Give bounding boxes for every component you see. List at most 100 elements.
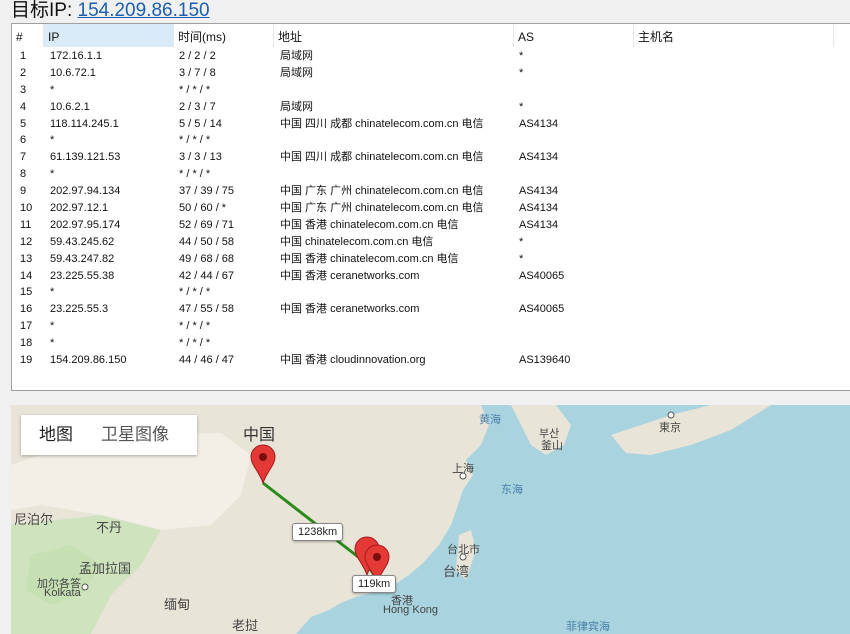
table-row[interactable]: 6 * * / * / *: [12, 132, 850, 149]
hop-as: AS4134: [519, 202, 559, 215]
col-header-address[interactable]: 地址: [274, 24, 514, 47]
hop-as: *: [519, 252, 524, 265]
hop-ip: 10.6.72.1: [50, 66, 96, 79]
table-row[interactable]: 11 202.97.95.174 52 / 69 / 71 中国 香港 chinate…: [12, 217, 850, 234]
hop-index: 5: [20, 117, 27, 130]
hop-as: AS4134: [519, 151, 559, 164]
target-ip-label: 目标IP:: [11, 0, 73, 21]
satellite-view-button[interactable]: 卫星图像: [91, 415, 187, 455]
hop-index: 1: [20, 50, 27, 62]
hop-address: 中国 香港 cloudinnovation.org: [280, 354, 426, 367]
hop-index: 17: [20, 320, 33, 333]
hop-index: 19: [20, 354, 33, 367]
hop-address: 中国 广东 广州 chinatelecom.com.cn 电信: [280, 185, 484, 198]
hop-address: 中国 四川 成都 chinatelecom.com.cn 电信: [280, 151, 484, 164]
table-row[interactable]: 14 23.225.55.38 42 / 44 / 67 中国 香港 ceranetw…: [12, 268, 850, 285]
hop-as: *: [519, 100, 524, 113]
col-header-ip[interactable]: IP: [44, 24, 174, 47]
hop-ip: 23.225.55.38: [50, 269, 115, 282]
table-row[interactable]: 7 61.139.121.53 3 / 3 / 13 中国 四川 成都 chinate…: [12, 149, 850, 166]
hop-ip: 23.225.55.3: [50, 303, 109, 316]
hop-address: 局域网: [280, 66, 313, 79]
distance-label-2: 119km: [352, 575, 397, 593]
table-row[interactable]: 1 172.16.1.1 2 / 2 / 2 局域网 *: [12, 48, 850, 65]
table-row[interactable]: 13 59.43.247.82 49 / 68 / 68 中国 香港 chinatel…: [12, 251, 850, 268]
table-row[interactable]: 17 * * / * / *: [12, 318, 850, 335]
hop-index: 15: [20, 286, 33, 299]
hop-index: 11: [20, 218, 32, 231]
col-header-time[interactable]: 时间(ms): [174, 24, 274, 47]
hop-time: 3 / 7 / 8: [179, 66, 216, 79]
hop-as: AS40065: [519, 269, 565, 282]
table-row[interactable]: 16 23.225.55.3 47 / 55 / 58 中国 香港 ceranetwo…: [12, 301, 850, 318]
target-ip-link[interactable]: 154.209.86.150: [78, 0, 210, 21]
hop-ip: 172.16.1.1: [50, 50, 102, 62]
distance-label-1: 1238km: [292, 523, 344, 541]
hop-time: 50 / 60 / *: [179, 202, 227, 215]
label-nepal: 尼泊尔: [14, 512, 54, 527]
table-row[interactable]: 10 202.97.12.1 50 / 60 / * 中国 广东 广州 chinate…: [12, 200, 850, 217]
table-row[interactable]: 19 154.209.86.150 44 / 46 / 47 中国 香港 cloudi…: [12, 352, 850, 369]
hop-time: 42 / 44 / 67: [179, 269, 235, 282]
hop-ip: 202.97.94.134: [50, 185, 121, 198]
hop-time: 47 / 55 / 58: [179, 303, 235, 316]
traceroute-table: # IP 时间(ms) 地址 AS 主机名 1 172.16.1.1 2 / 2 / 2 局域网…: [11, 23, 850, 391]
hop-as: AS4134: [519, 117, 559, 130]
hop-address: 局域网: [280, 100, 313, 113]
label-taipei: 台北市: [447, 544, 480, 556]
route-map[interactable]: 地图 卫星图像 中国 黄海 东海 부산 釜山 東京 上海 台北市 台湾 尼泊尔 …: [11, 405, 850, 634]
label-china: 中国: [243, 427, 276, 444]
table-row[interactable]: 4 10.6.2.1 2 / 3 / 7 局域网 *: [12, 99, 850, 116]
hop-index: 12: [20, 235, 33, 248]
col-header-hostname[interactable]: 主机名: [634, 24, 834, 47]
hop-ip: *: [50, 134, 55, 147]
hop-ip: *: [50, 286, 55, 299]
table-row[interactable]: 3 * * / * / *: [12, 82, 850, 99]
table-row[interactable]: 5 118.114.245.1 5 / 5 / 14 中国 四川 成都 chinate…: [12, 116, 850, 133]
label-philippine-sea: 菲律宾海: [566, 621, 610, 633]
hop-time: * / * / *: [179, 337, 211, 350]
hop-time: 3 / 3 / 13: [179, 151, 222, 164]
hop-time: * / * / *: [179, 168, 211, 181]
hop-time: * / * / *: [179, 286, 211, 299]
hop-index: 7: [20, 151, 27, 164]
hop-time: 52 / 69 / 71: [179, 218, 235, 231]
hop-as: *: [519, 235, 524, 248]
hop-ip: 59.43.245.62: [50, 235, 115, 248]
label-yellow-sea: 黄海: [479, 414, 501, 426]
label-tokyo: 東京: [659, 422, 681, 434]
hop-address: 中国 广东 广州 chinatelecom.com.cn 电信: [280, 202, 484, 215]
col-header-index[interactable]: #: [12, 24, 44, 47]
hop-ip: 59.43.247.82: [50, 252, 115, 265]
hop-as: AS4134: [519, 185, 559, 198]
table-row[interactable]: 15 * * / * / *: [12, 284, 850, 301]
label-busan: 釜山: [541, 440, 563, 452]
label-hongkong: Hong Kong: [383, 604, 439, 616]
hop-index: 4: [20, 100, 27, 113]
table-row[interactable]: 18 * * / * / *: [12, 335, 850, 352]
city-dot-kolkata: [81, 583, 89, 591]
hop-time: * / * / *: [179, 83, 211, 96]
hop-time: 2 / 3 / 7: [179, 100, 216, 113]
hop-time: 49 / 68 / 68: [179, 252, 235, 265]
hop-ip: 154.209.86.150: [50, 354, 127, 367]
label-bhutan: 不丹: [96, 520, 123, 535]
table-header: # IP 时间(ms) 地址 AS 主机名: [12, 24, 850, 47]
hop-address: 局域网: [280, 50, 313, 62]
hop-ip: *: [50, 320, 55, 333]
label-myanmar: 缅甸: [164, 597, 191, 612]
col-header-as[interactable]: AS: [514, 24, 634, 47]
hop-address: 中国 香港 ceranetworks.com: [280, 269, 420, 282]
hop-ip: *: [50, 168, 55, 181]
label-kolkata: Kolkata: [44, 587, 81, 599]
hop-address: 中国 chinatelecom.com.cn 电信: [280, 235, 434, 248]
table-row[interactable]: 12 59.43.245.62 44 / 50 / 58 中国 chinateleco…: [12, 234, 850, 251]
hop-as: AS4134: [519, 218, 559, 231]
hop-as: AS40065: [519, 303, 565, 316]
table-row[interactable]: 8 * * / * / *: [12, 166, 850, 183]
hop-index: 8: [20, 168, 27, 181]
table-row[interactable]: 9 202.97.94.134 37 / 39 / 75 中国 广东 广州 china…: [12, 183, 850, 200]
city-dot-tokyo: [667, 411, 675, 419]
table-row[interactable]: 2 10.6.72.1 3 / 7 / 8 局域网 *: [12, 65, 850, 82]
map-view-button[interactable]: 地图: [21, 415, 91, 455]
